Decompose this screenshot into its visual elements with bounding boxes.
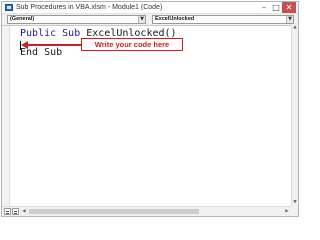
vba-code-window: Sub Procedures in VBA.xlsm - Module1 (Co… [1, 1, 299, 217]
title-bar[interactable]: Sub Procedures in VBA.xlsm - Module1 (Co… [2, 2, 298, 14]
vertical-scrollbar[interactable]: ▲ ▼ [291, 25, 298, 206]
annotation-arrow-icon [21, 41, 28, 49]
object-dropdown[interactable]: (General) ▼ [7, 15, 146, 24]
minimize-button[interactable]: – [258, 2, 270, 13]
keyword-sub: Sub [62, 28, 81, 39]
margin-indicator-bar[interactable] [2, 26, 10, 206]
full-module-view-button[interactable] [12, 208, 19, 215]
window-controls: – □ ✕ [258, 2, 296, 13]
annotation-callout: Write your code here [81, 38, 183, 51]
window-title: Sub Procedures in VBA.xlsm - Module1 (Co… [16, 4, 163, 11]
code-editor[interactable]: Public Sub ExcelUnlocked() End Sub Write… [2, 25, 291, 206]
chevron-down-icon[interactable]: ▼ [138, 16, 145, 23]
size-grip[interactable] [291, 206, 298, 216]
procedure-view-button[interactable] [4, 208, 11, 215]
object-dropdown-value: (General) [10, 16, 35, 22]
annotation-arrow-line [26, 44, 81, 46]
keyword-public: Public [20, 28, 57, 39]
scroll-up-icon[interactable]: ▲ [292, 25, 298, 31]
vba-code-module-icon [5, 4, 13, 11]
procedure-dropdown-value: ExcelUnlocked [155, 16, 195, 22]
procedure-dropdown[interactable]: ExcelUnlocked ▼ [152, 15, 294, 24]
close-button[interactable]: ✕ [282, 2, 296, 13]
scroll-right-icon[interactable]: ▶ [284, 208, 290, 215]
maximize-button[interactable]: □ [270, 2, 282, 13]
horizontal-scroll-thumb[interactable] [29, 209, 199, 214]
horizontal-scrollbar[interactable]: ◀ ▶ [2, 206, 291, 216]
chevron-down-icon[interactable]: ▼ [286, 16, 293, 23]
combo-toolbar: (General) ▼ ExcelUnlocked ▼ [2, 14, 298, 25]
scroll-left-icon[interactable]: ◀ [21, 208, 27, 215]
